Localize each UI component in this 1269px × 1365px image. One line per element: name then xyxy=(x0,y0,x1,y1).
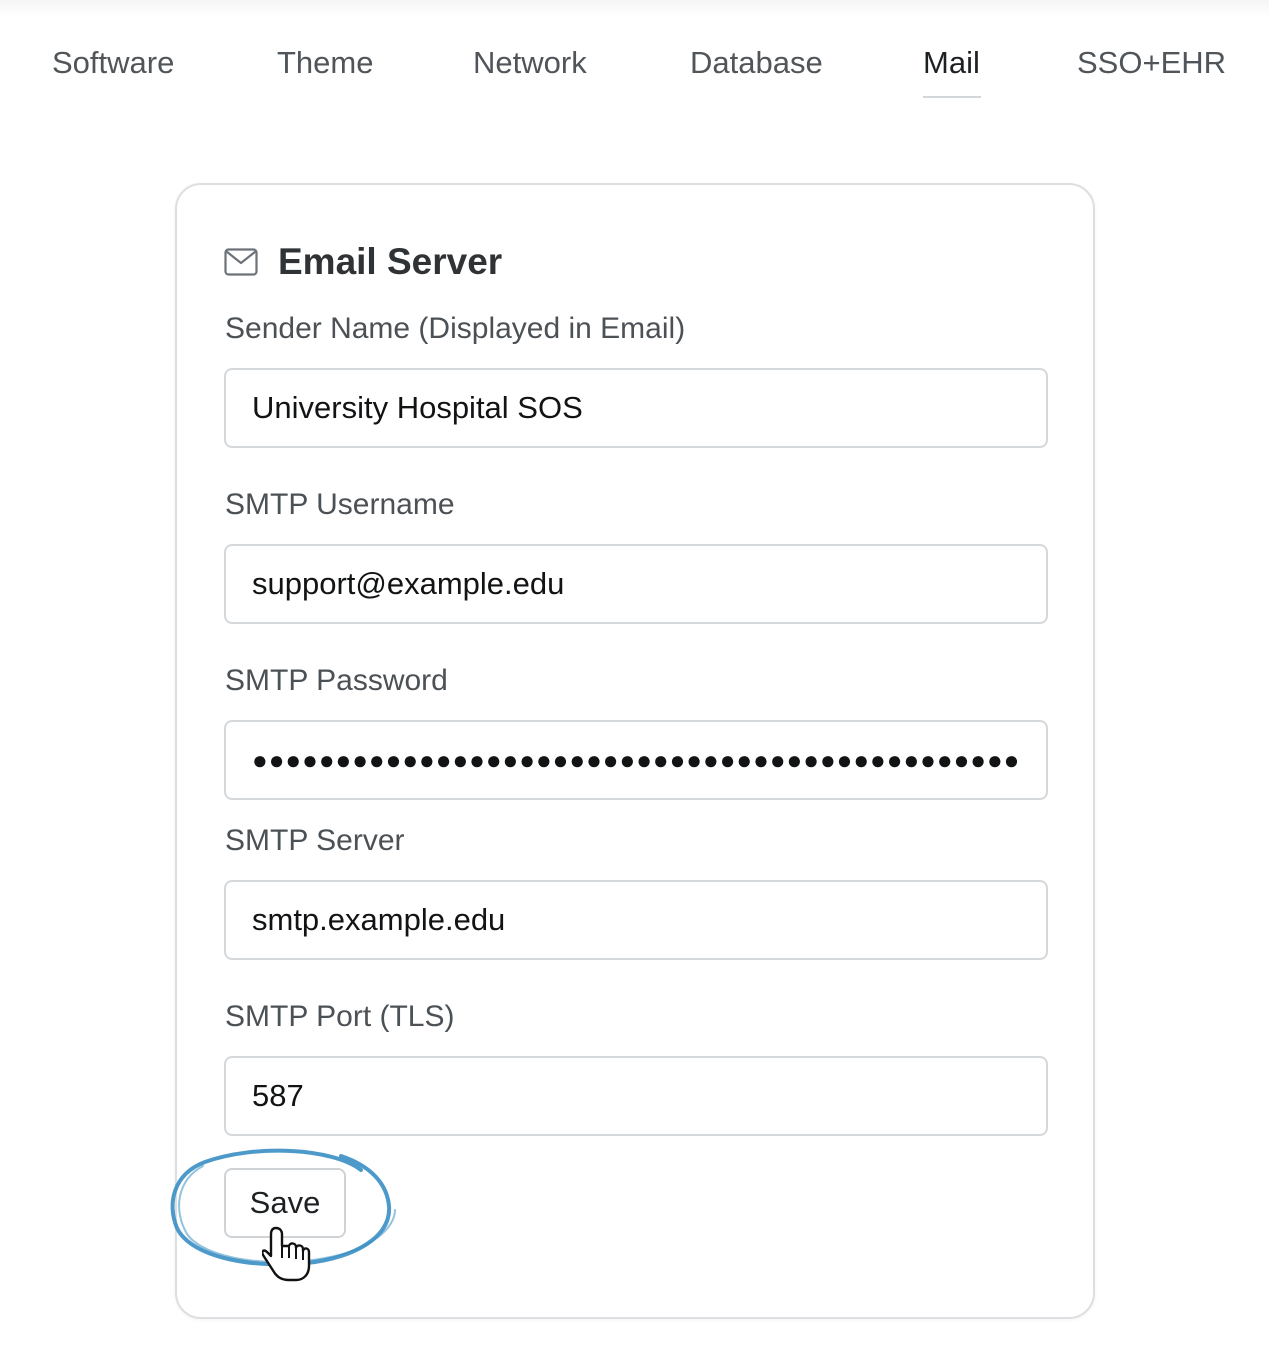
smtp-username-label: SMTP Username xyxy=(225,488,455,521)
sender-name-input[interactable] xyxy=(224,368,1048,448)
smtp-port-input[interactable] xyxy=(224,1056,1048,1136)
smtp-port-label: SMTP Port (TLS) xyxy=(225,1000,455,1033)
tab-theme[interactable]: Theme xyxy=(277,40,373,86)
smtp-server-label: SMTP Server xyxy=(225,824,405,857)
tab-network[interactable]: Network xyxy=(473,40,587,86)
settings-tabs: Software Theme Network Database Mail SSO… xyxy=(0,0,1269,110)
card-title: Email Server xyxy=(278,241,503,282)
sender-name-label: Sender Name (Displayed in Email) xyxy=(225,312,686,345)
mail-envelope-icon xyxy=(224,248,258,276)
smtp-password-input[interactable] xyxy=(224,720,1048,800)
smtp-server-input[interactable] xyxy=(224,880,1048,960)
smtp-username-input[interactable] xyxy=(224,544,1048,624)
tab-software[interactable]: Software xyxy=(52,40,174,86)
tab-database[interactable]: Database xyxy=(690,40,823,86)
card-header: Email Server xyxy=(224,236,502,288)
smtp-password-label: SMTP Password xyxy=(225,664,448,697)
tab-sso-ehr[interactable]: SSO+EHR xyxy=(1077,40,1226,86)
save-button[interactable]: Save xyxy=(224,1168,346,1238)
tab-mail[interactable]: Mail xyxy=(923,40,980,86)
active-tab-indicator xyxy=(923,96,981,98)
